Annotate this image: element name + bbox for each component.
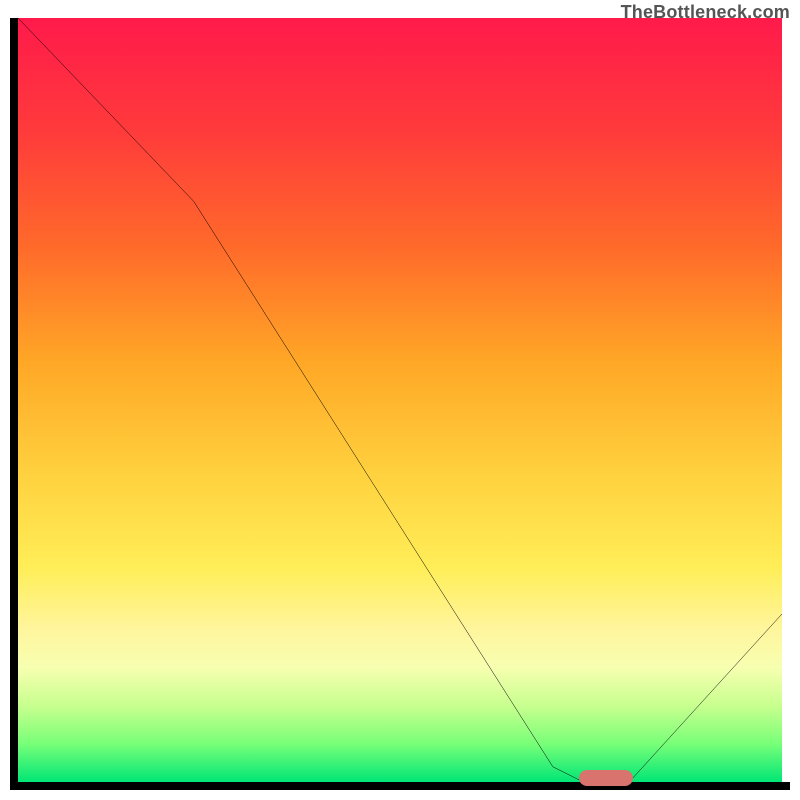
y-axis	[10, 18, 18, 790]
x-axis	[10, 782, 790, 790]
watermark-text: TheBottleneck.com	[621, 2, 790, 23]
optimal-range-marker	[579, 770, 633, 786]
chart-frame: TheBottleneck.com	[0, 0, 800, 800]
plot-gradient-background	[18, 18, 782, 782]
